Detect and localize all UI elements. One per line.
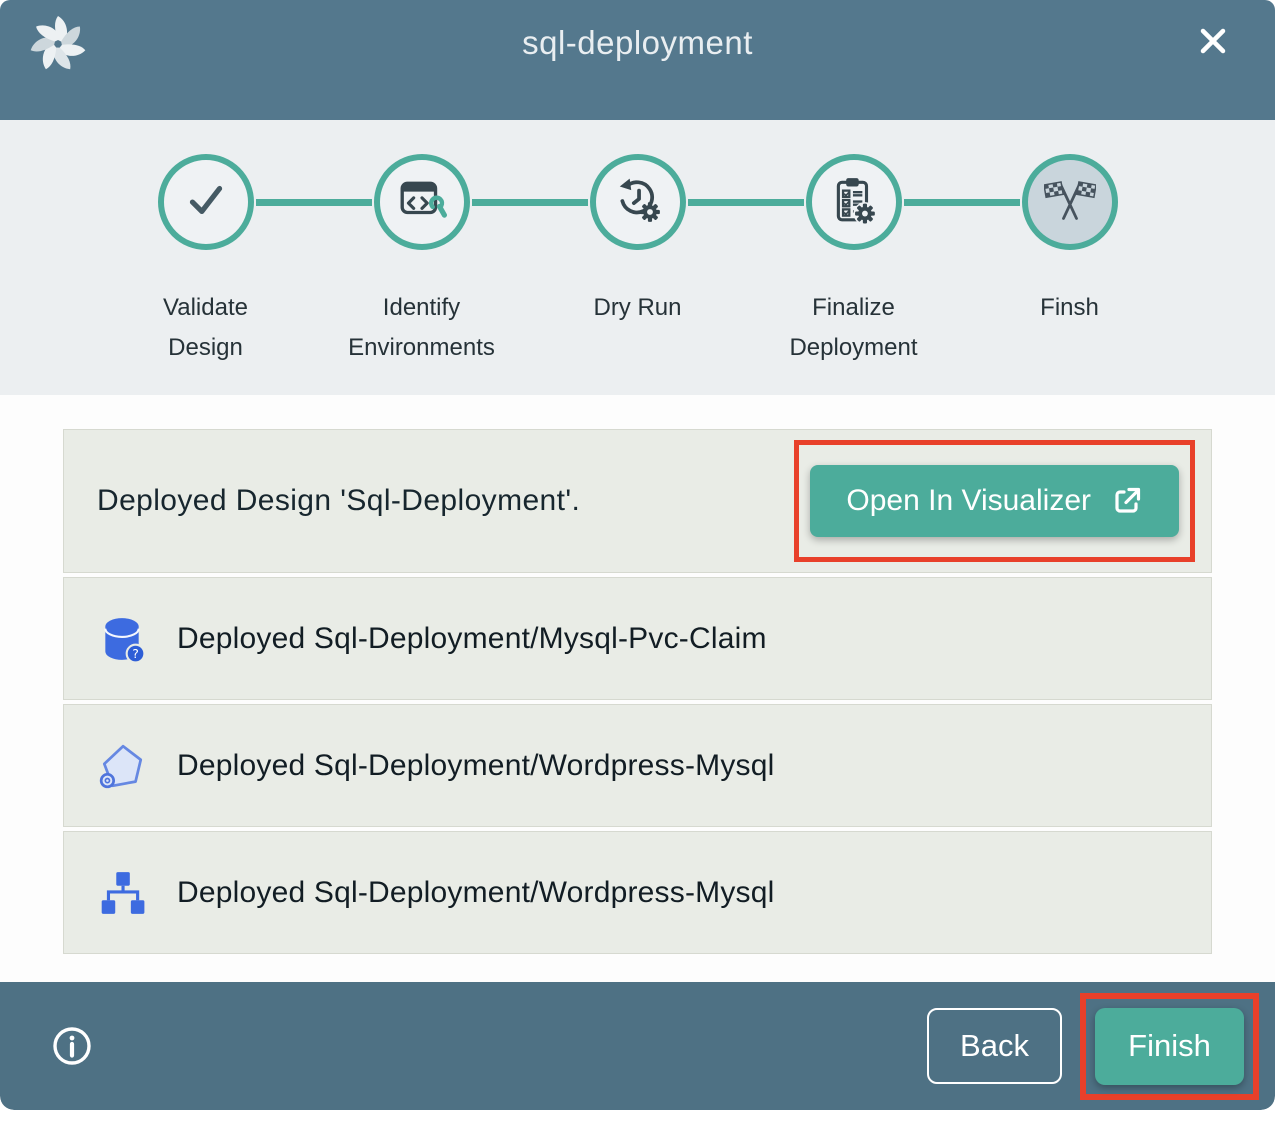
step-label: Identify Environments [340,288,504,367]
step-label: Dry Run [556,288,720,328]
deployed-item-label: Deployed Sql-Deployment/Wordpress-Mysql [177,749,774,783]
deployment-wizard-dialog: sql-deployment Validate Design [0,0,1275,1110]
info-button[interactable] [50,1024,94,1068]
wizard-stepper: Validate Design Identify Environme [0,120,1275,395]
footer-actions: Back Finish [927,993,1259,1100]
finish-button[interactable]: Finish [1095,1008,1244,1085]
deployed-item-row: Deployed Sql-Deployment/Wordpress-Mysql [63,704,1212,827]
svg-text:?: ? [132,645,139,660]
check-icon [181,175,231,230]
step-circle-finish [1022,154,1118,250]
step-circle-finalize-deployment [806,154,902,250]
checkered-flags-icon [1044,174,1096,231]
deployed-design-row: Deployed Design 'Sql-Deployment'. Open I… [63,429,1212,573]
step-finalize-deployment: Finalize Deployment [746,154,962,395]
step-circle-dry-run [590,154,686,250]
step-circle-validate-design [158,154,254,250]
step-circle-identify-environments [374,154,470,250]
deployed-item-row: ? Deployed Sql-Deployment/Mysql-Pvc-Clai… [63,577,1212,700]
hierarchy-icon [97,868,147,918]
dialog-title: sql-deployment [0,24,1275,62]
code-window-wrench-icon [397,175,447,230]
step-finish: Finsh [962,154,1178,395]
deployed-design-message: Deployed Design 'Sql-Deployment'. [97,484,580,518]
dialog-header: sql-deployment [0,0,1275,120]
database-icon: ? [97,614,147,664]
step-identify-environments: Identify Environments [314,154,530,395]
deployed-item-row: Deployed Sql-Deployment/Wordpress-Mysql [63,831,1212,954]
annotation-highlight-open-visualizer: Open In Visualizer [794,440,1195,562]
info-icon [50,1024,94,1068]
step-label: Finsh [988,288,1152,328]
dialog-footer: Back Finish [0,982,1275,1110]
deployed-item-label: Deployed Sql-Deployment/Mysql-Pvc-Claim [177,622,767,656]
deployed-item-label: Deployed Sql-Deployment/Wordpress-Mysql [177,876,774,910]
step-label: Validate Design [124,288,288,367]
open-in-visualizer-button[interactable]: Open In Visualizer [810,465,1179,537]
history-gear-icon [613,175,663,230]
external-link-icon [1111,485,1143,517]
close-icon [1193,49,1233,64]
open-in-visualizer-label: Open In Visualizer [846,484,1091,518]
step-validate-design: Validate Design [98,154,314,395]
back-button[interactable]: Back [927,1008,1062,1084]
close-button[interactable] [1191,20,1235,64]
pod-pentagon-icon [97,741,147,791]
clipboard-gear-icon [829,175,879,230]
step-dry-run: Dry Run [530,154,746,395]
step-label: Finalize Deployment [772,288,936,367]
deployment-results: Deployed Design 'Sql-Deployment'. Open I… [0,395,1275,954]
annotation-highlight-finish: Finish [1080,993,1259,1100]
